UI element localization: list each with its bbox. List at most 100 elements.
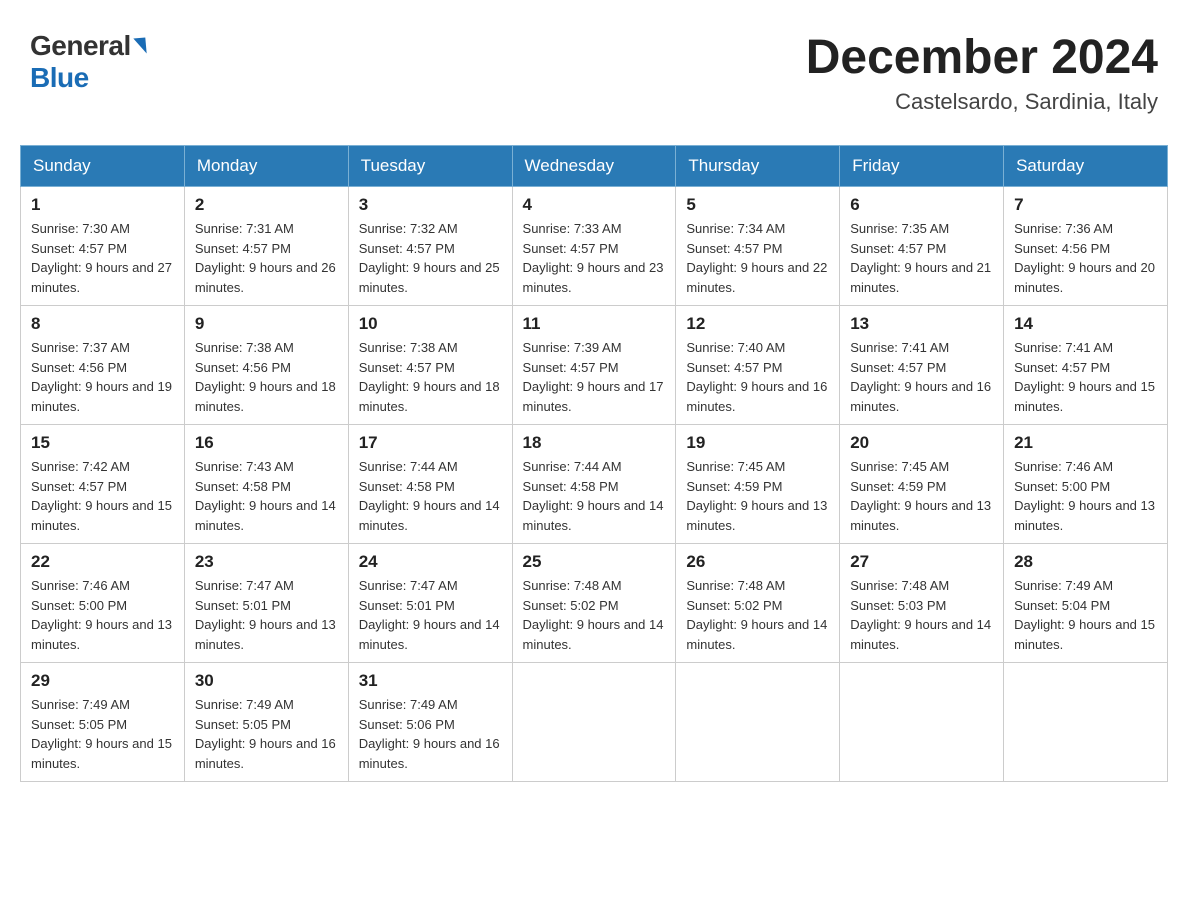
day-info-3: Sunrise: 7:32 AMSunset: 4:57 PMDaylight:… — [359, 219, 502, 297]
calendar-day-30: 30Sunrise: 7:49 AMSunset: 5:05 PMDayligh… — [184, 663, 348, 782]
calendar-day-22: 22Sunrise: 7:46 AMSunset: 5:00 PMDayligh… — [21, 544, 185, 663]
header-monday: Monday — [184, 146, 348, 187]
calendar-week-5: 29 Sunrise: 7:49 AMSunset: 5:05 PMDayligh… — [21, 663, 1168, 782]
location-title: Castelsardo, Sardinia, Italy — [806, 89, 1158, 115]
day-number-3: 3 — [359, 195, 502, 215]
day-number-27: 27 — [850, 552, 993, 572]
day-number-5: 5 — [686, 195, 829, 215]
calendar-day-13: 13 Sunrise: 7:41 AMSunset: 4:57 PMDayligh… — [840, 306, 1004, 425]
header-tuesday: Tuesday — [348, 146, 512, 187]
day-number-7: 7 — [1014, 195, 1157, 215]
header-friday: Friday — [840, 146, 1004, 187]
calendar-day-11: 11 Sunrise: 7:39 AMSunset: 4:57 PMDayligh… — [512, 306, 676, 425]
day-info-2: Sunrise: 7:31 AMSunset: 4:57 PMDaylight:… — [195, 219, 338, 297]
day-info-7: Sunrise: 7:36 AMSunset: 4:56 PMDaylight:… — [1014, 219, 1157, 297]
day-number-1: 1 — [31, 195, 174, 215]
day-info-31: Sunrise: 7:49 AMSunset: 5:06 PMDaylight:… — [359, 695, 502, 773]
day-info-10: Sunrise: 7:38 AMSunset: 4:57 PMDaylight:… — [359, 338, 502, 416]
day-number-16: 16 — [195, 433, 338, 453]
calendar-day-2: 2 Sunrise: 7:31 AMSunset: 4:57 PMDaylight… — [184, 187, 348, 306]
calendar-week-1: 1 Sunrise: 7:30 AMSunset: 4:57 PMDaylight… — [21, 187, 1168, 306]
page-header: General Blue December 2024 Castelsardo, … — [20, 20, 1168, 125]
day-info-28: Sunrise: 7:49 AMSunset: 5:04 PMDaylight:… — [1014, 576, 1157, 654]
day-number-2: 2 — [195, 195, 338, 215]
day-info-25: Sunrise: 7:48 AMSunset: 5:02 PMDaylight:… — [523, 576, 666, 654]
header-sunday: Sunday — [21, 146, 185, 187]
calendar-day-21: 21 Sunrise: 7:46 AMSunset: 5:00 PMDayligh… — [1004, 425, 1168, 544]
day-number-21: 21 — [1014, 433, 1157, 453]
header-thursday: Thursday — [676, 146, 840, 187]
day-info-9: Sunrise: 7:38 AMSunset: 4:56 PMDaylight:… — [195, 338, 338, 416]
day-info-26: Sunrise: 7:48 AMSunset: 5:02 PMDaylight:… — [686, 576, 829, 654]
calendar-day-14: 14 Sunrise: 7:41 AMSunset: 4:57 PMDayligh… — [1004, 306, 1168, 425]
logo-blue-text: Blue — [30, 62, 89, 93]
calendar-day-20: 20Sunrise: 7:45 AMSunset: 4:59 PMDayligh… — [840, 425, 1004, 544]
day-info-20: Sunrise: 7:45 AMSunset: 4:59 PMDaylight:… — [850, 457, 993, 535]
day-info-18: Sunrise: 7:44 AMSunset: 4:58 PMDaylight:… — [523, 457, 666, 535]
calendar-week-2: 8 Sunrise: 7:37 AMSunset: 4:56 PMDaylight… — [21, 306, 1168, 425]
day-info-14: Sunrise: 7:41 AMSunset: 4:57 PMDaylight:… — [1014, 338, 1157, 416]
day-number-13: 13 — [850, 314, 993, 334]
calendar-day-29: 29 Sunrise: 7:49 AMSunset: 5:05 PMDayligh… — [21, 663, 185, 782]
calendar-day-25: 25 Sunrise: 7:48 AMSunset: 5:02 PMDayligh… — [512, 544, 676, 663]
header-wednesday: Wednesday — [512, 146, 676, 187]
calendar-day-10: 10 Sunrise: 7:38 AMSunset: 4:57 PMDayligh… — [348, 306, 512, 425]
day-info-5: Sunrise: 7:34 AMSunset: 4:57 PMDaylight:… — [686, 219, 829, 297]
empty-cell — [1004, 663, 1168, 782]
day-number-29: 29 — [31, 671, 174, 691]
calendar-day-6: 6 Sunrise: 7:35 AMSunset: 4:57 PMDaylight… — [840, 187, 1004, 306]
day-number-15: 15 — [31, 433, 174, 453]
calendar-day-12: 12Sunrise: 7:40 AMSunset: 4:57 PMDayligh… — [676, 306, 840, 425]
day-number-8: 8 — [31, 314, 174, 334]
calendar-day-31: 31 Sunrise: 7:49 AMSunset: 5:06 PMDayligh… — [348, 663, 512, 782]
calendar-header-row: Sunday Monday Tuesday Wednesday Thursday… — [21, 146, 1168, 187]
day-info-21: Sunrise: 7:46 AMSunset: 5:00 PMDaylight:… — [1014, 457, 1157, 535]
calendar-day-17: 17Sunrise: 7:44 AMSunset: 4:58 PMDayligh… — [348, 425, 512, 544]
day-number-23: 23 — [195, 552, 338, 572]
day-info-1: Sunrise: 7:30 AMSunset: 4:57 PMDaylight:… — [31, 219, 174, 297]
calendar-day-27: 27 Sunrise: 7:48 AMSunset: 5:03 PMDayligh… — [840, 544, 1004, 663]
empty-cell — [840, 663, 1004, 782]
calendar-day-23: 23 Sunrise: 7:47 AMSunset: 5:01 PMDayligh… — [184, 544, 348, 663]
day-info-4: Sunrise: 7:33 AMSunset: 4:57 PMDaylight:… — [523, 219, 666, 297]
day-info-24: Sunrise: 7:47 AMSunset: 5:01 PMDaylight:… — [359, 576, 502, 654]
calendar-day-24: 24Sunrise: 7:47 AMSunset: 5:01 PMDayligh… — [348, 544, 512, 663]
day-info-6: Sunrise: 7:35 AMSunset: 4:57 PMDaylight:… — [850, 219, 993, 297]
day-info-8: Sunrise: 7:37 AMSunset: 4:56 PMDaylight:… — [31, 338, 174, 416]
calendar-day-19: 19Sunrise: 7:45 AMSunset: 4:59 PMDayligh… — [676, 425, 840, 544]
calendar-day-3: 3 Sunrise: 7:32 AMSunset: 4:57 PMDaylight… — [348, 187, 512, 306]
calendar-day-4: 4Sunrise: 7:33 AMSunset: 4:57 PMDaylight… — [512, 187, 676, 306]
calendar-day-15: 15 Sunrise: 7:42 AMSunset: 4:57 PMDayligh… — [21, 425, 185, 544]
calendar-day-7: 7 Sunrise: 7:36 AMSunset: 4:56 PMDaylight… — [1004, 187, 1168, 306]
day-number-14: 14 — [1014, 314, 1157, 334]
calendar-day-26: 26Sunrise: 7:48 AMSunset: 5:02 PMDayligh… — [676, 544, 840, 663]
day-number-11: 11 — [523, 314, 666, 334]
day-number-9: 9 — [195, 314, 338, 334]
calendar-day-1: 1 Sunrise: 7:30 AMSunset: 4:57 PMDaylight… — [21, 187, 185, 306]
day-info-29: Sunrise: 7:49 AMSunset: 5:05 PMDaylight:… — [31, 695, 174, 773]
calendar-day-18: 18Sunrise: 7:44 AMSunset: 4:58 PMDayligh… — [512, 425, 676, 544]
day-number-19: 19 — [686, 433, 829, 453]
logo: General Blue — [30, 30, 146, 94]
day-number-25: 25 — [523, 552, 666, 572]
calendar-table: Sunday Monday Tuesday Wednesday Thursday… — [20, 145, 1168, 782]
day-info-27: Sunrise: 7:48 AMSunset: 5:03 PMDaylight:… — [850, 576, 993, 654]
day-number-6: 6 — [850, 195, 993, 215]
day-info-17: Sunrise: 7:44 AMSunset: 4:58 PMDaylight:… — [359, 457, 502, 535]
empty-cell — [512, 663, 676, 782]
day-number-10: 10 — [359, 314, 502, 334]
day-info-23: Sunrise: 7:47 AMSunset: 5:01 PMDaylight:… — [195, 576, 338, 654]
day-number-28: 28 — [1014, 552, 1157, 572]
day-info-13: Sunrise: 7:41 AMSunset: 4:57 PMDaylight:… — [850, 338, 993, 416]
empty-cell — [676, 663, 840, 782]
day-number-31: 31 — [359, 671, 502, 691]
title-block: December 2024 Castelsardo, Sardinia, Ita… — [806, 30, 1158, 115]
day-info-12: Sunrise: 7:40 AMSunset: 4:57 PMDaylight:… — [686, 338, 829, 416]
day-info-30: Sunrise: 7:49 AMSunset: 5:05 PMDaylight:… — [195, 695, 338, 773]
month-title: December 2024 — [806, 30, 1158, 85]
day-info-16: Sunrise: 7:43 AMSunset: 4:58 PMDaylight:… — [195, 457, 338, 535]
calendar-week-3: 15 Sunrise: 7:42 AMSunset: 4:57 PMDayligh… — [21, 425, 1168, 544]
header-saturday: Saturday — [1004, 146, 1168, 187]
day-info-11: Sunrise: 7:39 AMSunset: 4:57 PMDaylight:… — [523, 338, 666, 416]
day-info-15: Sunrise: 7:42 AMSunset: 4:57 PMDaylight:… — [31, 457, 174, 535]
